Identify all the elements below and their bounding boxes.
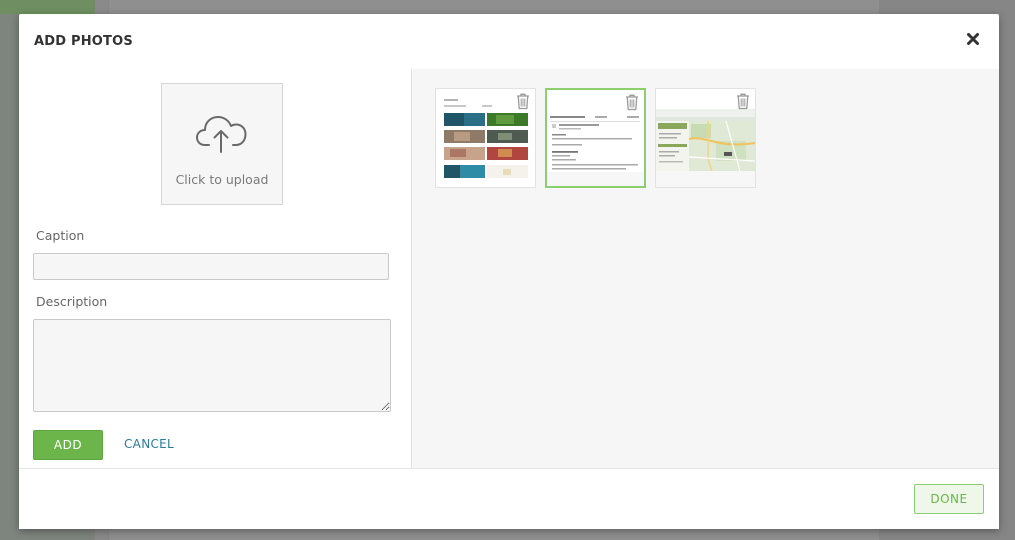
modal-title: ADD PHOTOS bbox=[34, 34, 133, 49]
cloud-upload-icon bbox=[196, 116, 247, 153]
cancel-link[interactable]: CANCEL bbox=[124, 437, 174, 451]
photo-thumbnail[interactable] bbox=[655, 88, 756, 188]
trash-icon[interactable] bbox=[515, 92, 531, 110]
photo-thumbnail-selected[interactable] bbox=[545, 88, 646, 188]
description-textarea[interactable] bbox=[33, 319, 391, 412]
close-button[interactable] bbox=[965, 31, 981, 47]
photos-gallery bbox=[412, 69, 999, 469]
modal-body: Click to upload Caption Description ADD … bbox=[19, 69, 999, 469]
photo-form-panel: Click to upload Caption Description ADD … bbox=[19, 69, 412, 469]
background-stripe bbox=[0, 0, 95, 14]
close-icon bbox=[967, 33, 979, 45]
modal-header: ADD PHOTOS bbox=[19, 14, 999, 70]
modal-footer: DONE bbox=[19, 468, 999, 529]
add-photos-modal: ADD PHOTOS Click to upload Caption Descr… bbox=[19, 14, 999, 529]
add-button[interactable]: ADD bbox=[33, 430, 103, 460]
photo-thumbnail[interactable] bbox=[435, 88, 536, 188]
description-label: Description bbox=[36, 294, 108, 309]
upload-label: Click to upload bbox=[175, 172, 269, 187]
caption-input[interactable] bbox=[33, 253, 389, 280]
caption-label: Caption bbox=[36, 228, 85, 243]
trash-icon[interactable] bbox=[624, 93, 640, 111]
done-button[interactable]: DONE bbox=[914, 484, 984, 514]
upload-dropzone[interactable]: Click to upload bbox=[161, 83, 283, 205]
trash-icon[interactable] bbox=[735, 92, 751, 110]
